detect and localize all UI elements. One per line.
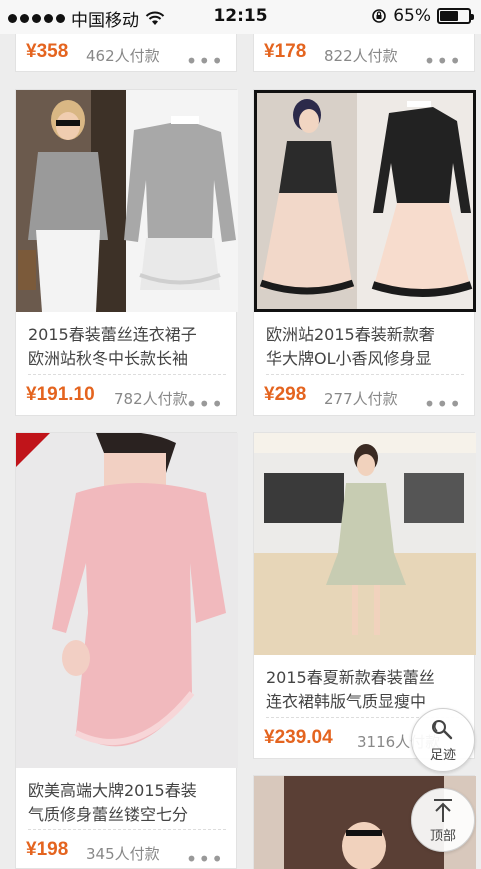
arrow-up-icon <box>434 798 452 822</box>
product-paid-count: 277人付款 <box>324 390 398 408</box>
divider <box>28 374 226 375</box>
product-title-line: 2015春夏新款春装蕾丝 <box>266 668 435 687</box>
history-label: 足迹 <box>429 747 456 763</box>
product-title-line: 欧洲站秋冬中长款长袖 <box>28 349 189 368</box>
product-title-line: 欧洲站2015春装新款奢 <box>266 325 435 344</box>
product-price: ¥198 <box>26 839 69 860</box>
more-options-icon[interactable]: ••• <box>186 51 224 71</box>
history-button[interactable]: 足迹 <box>411 708 475 772</box>
corner-badge <box>16 433 50 467</box>
more-options-icon[interactable]: ••• <box>186 394 224 414</box>
more-options-icon[interactable]: ••• <box>424 51 462 71</box>
battery-icon <box>437 8 474 24</box>
product-price: ¥191.10 <box>26 384 95 405</box>
product-paid-count: 782人付款 <box>114 390 188 408</box>
divider <box>28 829 226 830</box>
divider <box>266 374 464 375</box>
top-label: 顶部 <box>429 828 456 844</box>
product-image[interactable] <box>254 90 476 312</box>
product-title-line: 华大牌OL小香风修身显 <box>266 349 432 368</box>
product-title-line: 气质修身蕾丝镂空七分 <box>28 805 189 824</box>
product-price: ¥298 <box>264 384 307 405</box>
product-image[interactable] <box>16 433 238 768</box>
product-paid-count: 822人付款 <box>324 47 398 65</box>
more-options-icon[interactable]: ••• <box>424 394 462 414</box>
footprint-icon <box>432 719 453 739</box>
status-right: 65% <box>371 6 474 26</box>
product-card[interactable]: 欧美高端大牌2015春装 气质修身蕾丝镂空七分 ¥198 345人付款 ••• <box>15 432 238 869</box>
product-price: ¥178 <box>264 41 307 62</box>
product-paid-count: 462人付款 <box>86 47 160 65</box>
product-image[interactable] <box>254 433 476 655</box>
status-bar: 中国移动 12:15 65% <box>0 0 481 34</box>
rotation-lock-icon <box>372 9 387 23</box>
product-price: ¥358 <box>26 41 69 62</box>
back-to-top-button[interactable]: 顶部 <box>411 788 475 852</box>
more-options-icon[interactable]: ••• <box>186 849 224 869</box>
product-image[interactable] <box>16 90 238 312</box>
product-paid-count: 345人付款 <box>86 845 160 863</box>
product-title-line: 2015春装蕾丝连衣裙子 <box>28 325 197 344</box>
product-card[interactable]: 2015春装蕾丝连衣裙子 欧洲站秋冬中长款长袖 ¥191.10 782人付款 •… <box>15 89 238 416</box>
product-card[interactable]: 欧洲站2015春装新款奢 华大牌OL小香风修身显 ¥298 277人付款 ••• <box>253 89 476 416</box>
product-title-line: 欧美高端大牌2015春装 <box>28 781 197 800</box>
battery-percent: 65% <box>393 6 431 26</box>
product-price: ¥239.04 <box>264 727 333 748</box>
